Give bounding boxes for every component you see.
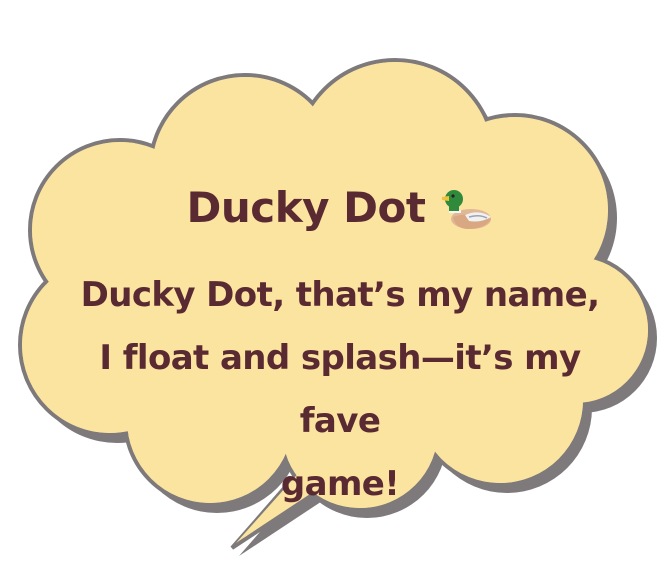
title-row: Ducky Dot (60, 170, 620, 246)
duck-icon (442, 190, 492, 229)
speech-bubble-stage: Ducky Dot Ducky Dot, that’s my name, I f… (0, 0, 666, 575)
poem-line-1: Ducky Dot, that’s my name, (80, 275, 600, 315)
poem-line-2: I float and splash—it’s my fave (99, 338, 581, 441)
poem-line-3: game! (280, 464, 400, 504)
bubble-poem: Ducky Dot, that’s my name, I float and s… (60, 264, 620, 516)
bubble-content: Ducky Dot Ducky Dot, that’s my name, I f… (60, 170, 620, 516)
bubble-title: Ducky Dot (186, 183, 426, 232)
